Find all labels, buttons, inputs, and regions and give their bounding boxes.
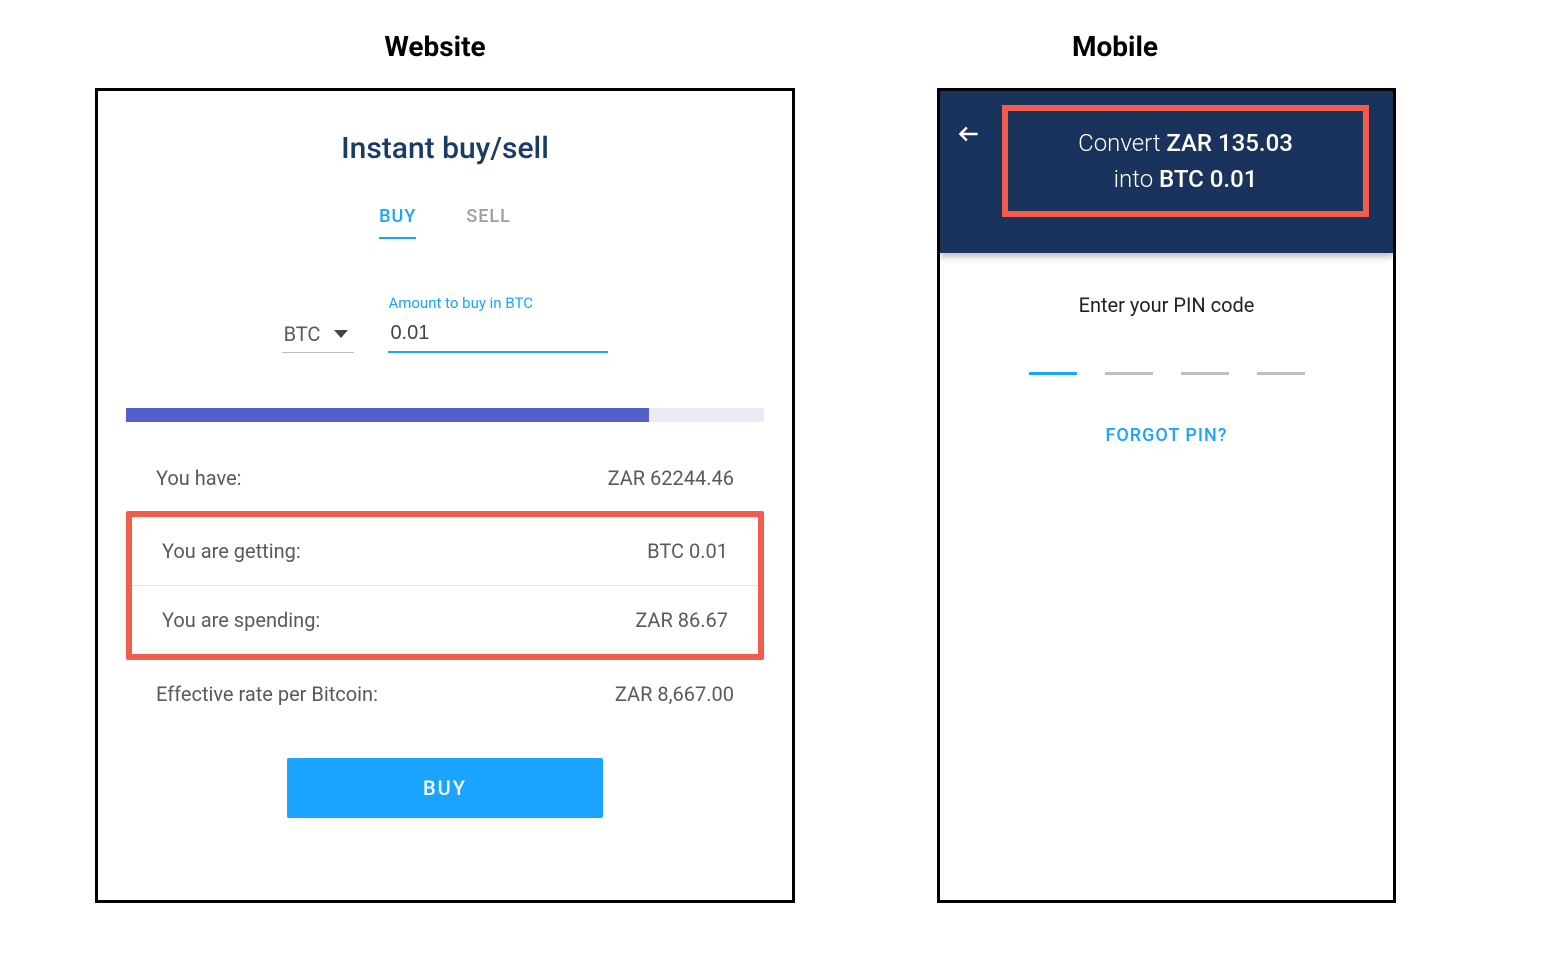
pin-input-group[interactable]: [960, 372, 1373, 375]
progress-bar-fill: [126, 408, 649, 422]
row-you-are-getting: You are getting: BTC 0.01: [132, 517, 758, 586]
currency-select[interactable]: BTC: [282, 316, 355, 353]
mobile-header: Convert ZAR 135.03 into BTC 0.01: [940, 91, 1393, 253]
mobile-panel: Convert ZAR 135.03 into BTC 0.01 Enter y…: [937, 88, 1396, 903]
pin-slot-1: [1029, 372, 1077, 375]
row-label: You have:: [156, 466, 242, 490]
convert-from-amount: ZAR 135.03: [1166, 129, 1292, 157]
amount-input[interactable]: [388, 318, 608, 353]
panel-title: Instant buy/sell: [126, 131, 764, 166]
row-label: Effective rate per Bitcoin:: [156, 682, 378, 706]
forgot-pin-link[interactable]: FORGOT PIN?: [960, 425, 1373, 446]
section-heading-website: Website: [360, 30, 510, 63]
pin-prompt: Enter your PIN code: [960, 293, 1373, 317]
row-value: ZAR 86.67: [635, 608, 728, 632]
into-prefix: into: [1114, 165, 1159, 193]
currency-select-value: BTC: [284, 322, 321, 346]
buy-button[interactable]: BUY: [287, 758, 603, 818]
row-label: You are getting:: [162, 539, 301, 563]
tab-sell[interactable]: SELL: [466, 206, 511, 239]
convert-to-amount: BTC 0.01: [1159, 165, 1257, 193]
tab-buy[interactable]: BUY: [379, 206, 416, 239]
pin-slot-2: [1105, 372, 1153, 375]
row-value: ZAR 8,667.00: [615, 682, 734, 706]
arrow-left-icon: [956, 121, 982, 147]
progress-bar: [126, 408, 764, 422]
buy-sell-tabs: BUY SELL: [126, 206, 764, 239]
row-you-are-spending: You are spending: ZAR 86.67: [132, 586, 758, 654]
row-effective-rate: Effective rate per Bitcoin: ZAR 8,667.00: [126, 660, 764, 728]
website-panel: Instant buy/sell BUY SELL BTC Amount to …: [95, 88, 795, 903]
back-button[interactable]: [956, 121, 986, 151]
pin-slot-4: [1257, 372, 1305, 375]
section-heading-mobile: Mobile: [1055, 30, 1175, 63]
amount-field-label: Amount to buy in BTC: [388, 294, 608, 312]
row-you-have: You have: ZAR 62244.46: [126, 444, 764, 513]
conversion-highlight-box: Convert ZAR 135.03 into BTC 0.01: [1002, 105, 1369, 217]
pin-slot-3: [1181, 372, 1229, 375]
summary-list: You have: ZAR 62244.46 You are getting: …: [126, 444, 764, 728]
convert-prefix: Convert: [1078, 129, 1166, 157]
row-value: ZAR 62244.46: [608, 466, 734, 490]
row-value: BTC 0.01: [647, 539, 728, 563]
highlight-box: You are getting: BTC 0.01 You are spendi…: [126, 511, 764, 660]
chevron-down-icon: [334, 330, 348, 338]
row-label: You are spending:: [162, 608, 320, 632]
